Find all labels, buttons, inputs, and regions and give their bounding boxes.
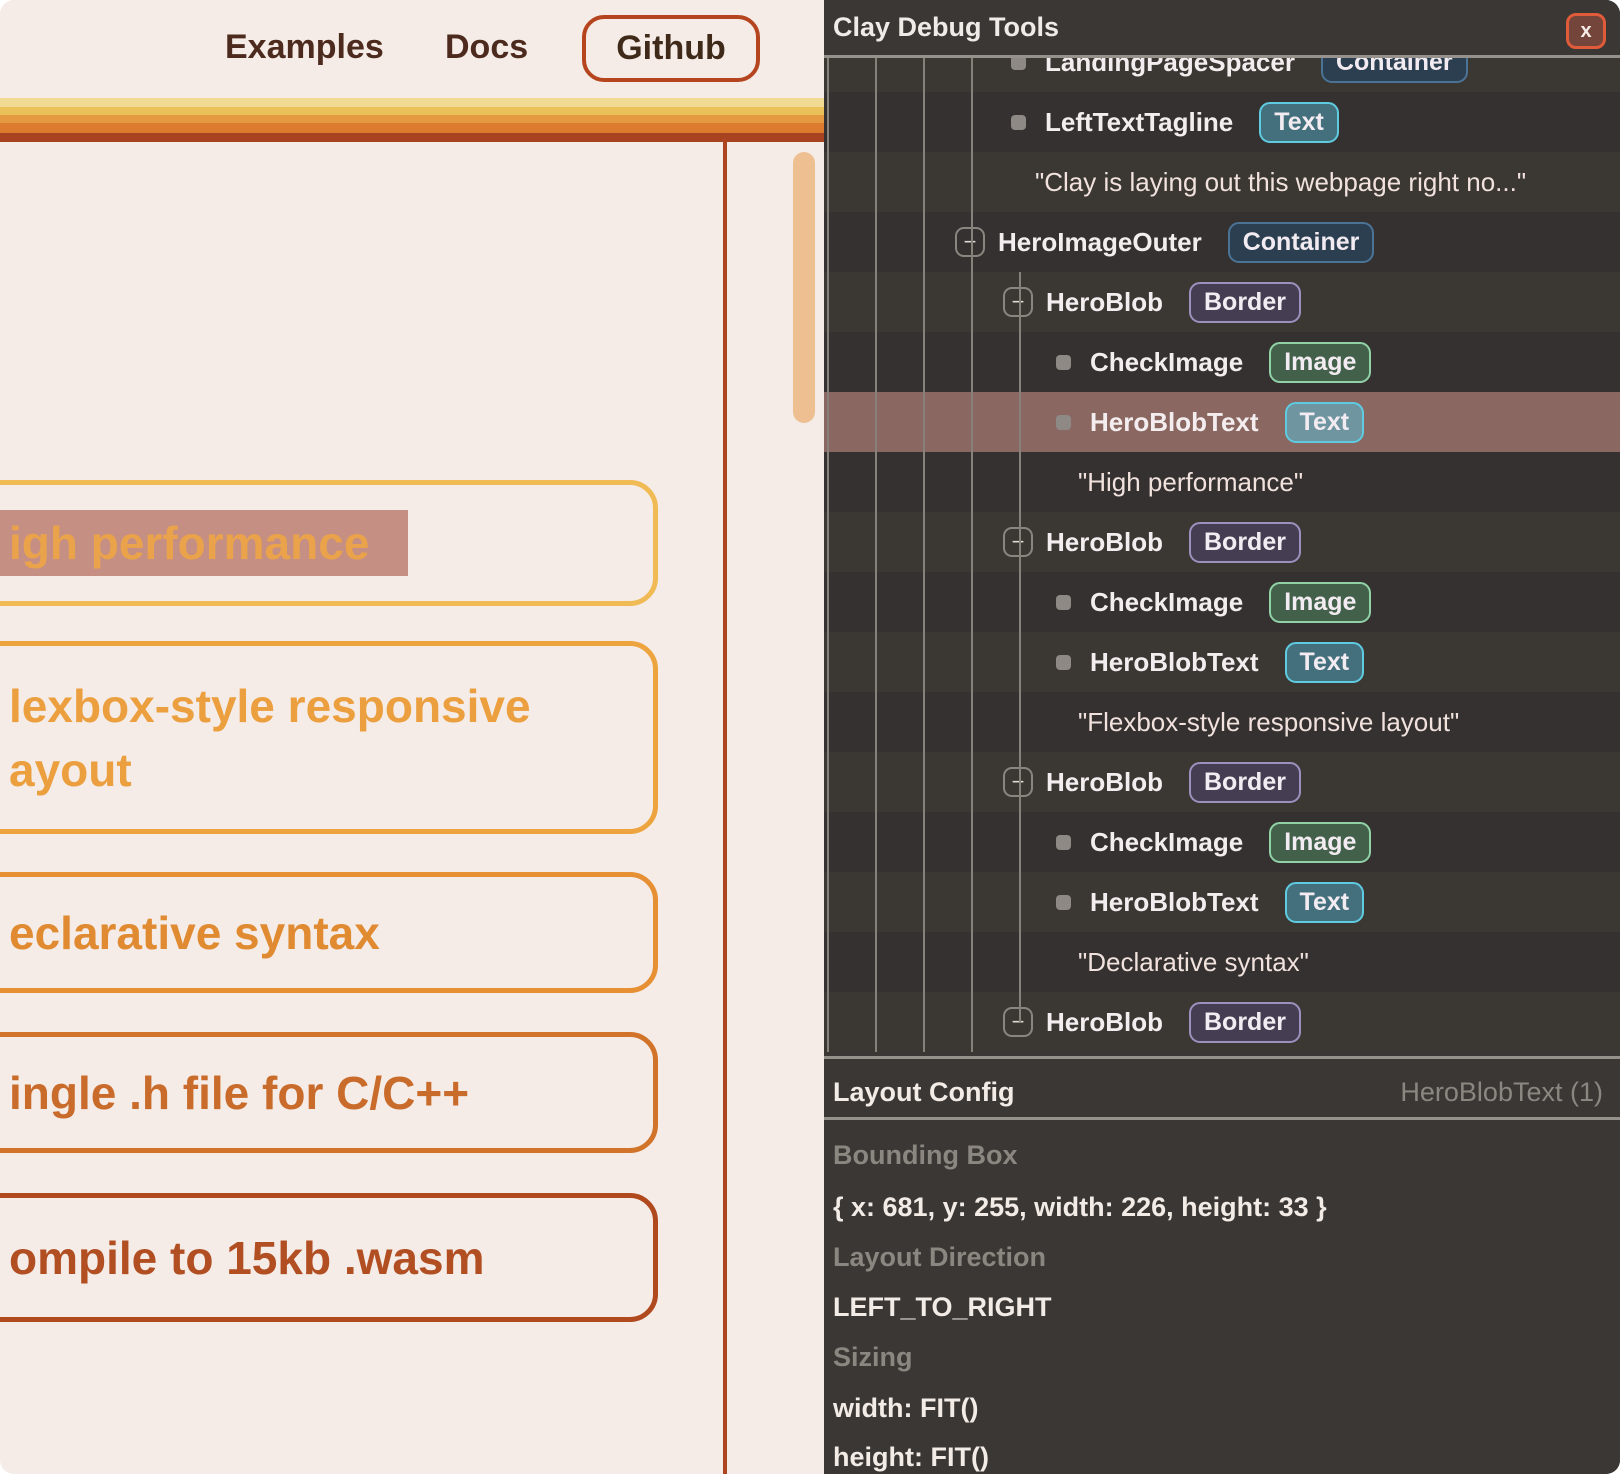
page-divider-line <box>723 139 727 1474</box>
feature-card: eclarative syntax <box>0 872 658 993</box>
element-name: HeroBlob <box>1046 1007 1163 1038</box>
selected-element-label: HeroBlobText (1) <box>1400 1077 1603 1108</box>
tree-row-HeroBlobText[interactable]: HeroBlobText Text <box>824 872 1620 932</box>
element-name: HeroBlob <box>1046 767 1163 798</box>
feature-card: lexbox-style responsiveayout <box>0 641 658 834</box>
element-name: HeroImageOuter <box>998 227 1202 258</box>
element-type-badge: Text <box>1285 642 1365 683</box>
leaf-bullet-icon <box>1056 655 1071 670</box>
element-type-badge: Container <box>1228 222 1375 263</box>
tree-guide-line <box>971 57 973 1052</box>
leaf-bullet-icon <box>1056 595 1071 610</box>
tree-guide-line <box>923 57 925 1052</box>
feature-card-text: eclarative syntax <box>9 901 653 965</box>
text-content: "Clay is laying out this webpage right n… <box>1035 167 1526 198</box>
element-name: CheckImage <box>1090 827 1243 858</box>
app-window: Examples Docs Github igh performance lexb… <box>0 0 1620 1474</box>
nav-examples-link[interactable]: Examples <box>225 28 384 67</box>
config-section-label: Bounding Box <box>833 1137 1017 1173</box>
text-content: "Declarative syntax" <box>1078 947 1309 978</box>
feature-card-text: ayout <box>9 738 653 802</box>
tree-guide-line <box>827 57 829 1052</box>
element-type-badge: Border <box>1189 522 1301 563</box>
tree-row-HeroBlob[interactable]: −HeroBlob Border <box>824 752 1620 812</box>
leaf-bullet-icon <box>1056 355 1071 370</box>
text-content: "High performance" <box>1078 467 1303 498</box>
tree-row-HeroBlob[interactable]: −HeroBlob Border <box>824 512 1620 572</box>
tree-row-HeroImageOuter[interactable]: −HeroImageOuter Container <box>824 212 1620 272</box>
github-button[interactable]: Github <box>582 15 760 82</box>
nav-docs-link[interactable]: Docs <box>445 28 528 67</box>
tree-row-HeroBlobText[interactable]: HeroBlobText Text <box>824 632 1620 692</box>
tree-row-CheckImage[interactable]: CheckImage Image <box>824 332 1620 392</box>
element-type-badge: Text <box>1285 882 1365 923</box>
tree-guide-line <box>875 57 877 1052</box>
tree-text-row[interactable]: "High performance" <box>824 452 1620 512</box>
scrollbar-thumb[interactable] <box>793 152 815 423</box>
config-divider-top <box>824 1056 1620 1059</box>
leaf-bullet-icon <box>1056 835 1071 850</box>
element-type-badge: Border <box>1189 1002 1301 1043</box>
config-value: width: FIT() <box>833 1390 978 1426</box>
tree-row-HeroBlob[interactable]: −HeroBlob Border <box>824 992 1620 1052</box>
config-value: LEFT_TO_RIGHT <box>833 1289 1052 1325</box>
config-section-label: Layout Direction <box>833 1239 1046 1275</box>
element-name: HeroBlobText <box>1090 647 1259 678</box>
element-type-badge: Image <box>1269 582 1371 623</box>
element-type-badge: Image <box>1269 822 1371 863</box>
tree-row-LeftTextTagline[interactable]: LeftTextTagline Text <box>824 92 1620 152</box>
tree-guide-line <box>1019 272 1021 1022</box>
feature-card-text: ingle .h file for C/C++ <box>9 1061 653 1125</box>
tree-row-HeroBlobText[interactable]: HeroBlobText Text <box>824 392 1620 452</box>
config-value: { x: 681, y: 255, width: 226, height: 33… <box>833 1189 1327 1225</box>
tree-row-CheckImage[interactable]: CheckImage Image <box>824 572 1620 632</box>
layout-config-title: Layout Config <box>833 1077 1014 1108</box>
stripe-band <box>0 98 824 107</box>
element-name: HeroBlobText <box>1090 887 1259 918</box>
leaf-bullet-icon <box>1011 115 1026 130</box>
tree-text-row[interactable]: "Declarative syntax" <box>824 932 1620 992</box>
collapse-minus-icon[interactable]: − <box>1003 767 1033 797</box>
collapse-minus-icon[interactable]: − <box>1003 287 1033 317</box>
stripe-band <box>0 115 824 123</box>
webpage-pane: Examples Docs Github igh performance lexb… <box>0 0 824 1474</box>
feature-card: ingle .h file for C/C++ <box>0 1032 658 1153</box>
debug-panel: LandingPageSpacerContainerLeftTextTaglin… <box>824 0 1620 1474</box>
stripe-band <box>0 107 824 115</box>
feature-card-text: ompile to 15kb .wasm <box>9 1226 653 1290</box>
element-type-badge: Border <box>1189 282 1301 323</box>
stripe-band <box>0 133 824 142</box>
collapse-minus-icon[interactable]: − <box>955 227 985 257</box>
debug-panel-title: Clay Debug Tools <box>824 0 1620 55</box>
element-type-badge: Border <box>1189 762 1301 803</box>
element-type-badge: Text <box>1285 402 1365 443</box>
leaf-bullet-icon <box>1056 895 1071 910</box>
feature-card: ompile to 15kb .wasm <box>0 1193 658 1322</box>
text-content: "Flexbox-style responsive layout" <box>1078 707 1459 738</box>
element-name: CheckImage <box>1090 347 1243 378</box>
element-name: HeroBlobText <box>1090 407 1259 438</box>
leaf-bullet-icon <box>1056 415 1071 430</box>
feature-card-text: lexbox-style responsive <box>9 674 653 738</box>
tree-text-row[interactable]: "Clay is laying out this webpage right n… <box>824 152 1620 212</box>
stripe-band <box>0 123 824 133</box>
element-type-badge: Image <box>1269 342 1371 383</box>
feature-card-text: igh performance <box>9 511 653 575</box>
element-name: CheckImage <box>1090 587 1243 618</box>
tree-text-row[interactable]: "Flexbox-style responsive layout" <box>824 692 1620 752</box>
collapse-minus-icon[interactable]: − <box>1003 1007 1033 1037</box>
close-icon[interactable]: x <box>1566 13 1606 49</box>
tree-row-HeroBlob[interactable]: −HeroBlob Border <box>824 272 1620 332</box>
tree-row-CheckImage[interactable]: CheckImage Image <box>824 812 1620 872</box>
element-type-badge: Text <box>1259 102 1339 143</box>
config-divider-bottom <box>824 1117 1620 1120</box>
element-name: HeroBlob <box>1046 527 1163 558</box>
config-section-label: Sizing <box>833 1339 913 1375</box>
config-value: height: FIT() <box>833 1439 989 1474</box>
collapse-minus-icon[interactable]: − <box>1003 527 1033 557</box>
header-divider <box>824 55 1620 58</box>
element-name: LeftTextTagline <box>1045 107 1233 138</box>
element-name: HeroBlob <box>1046 287 1163 318</box>
feature-card: igh performance <box>0 480 658 606</box>
